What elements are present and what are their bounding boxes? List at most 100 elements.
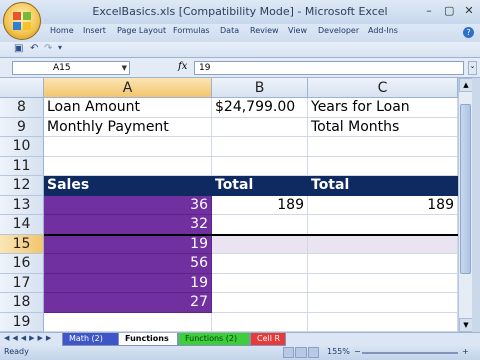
cell-b[interactable] [212, 234, 308, 254]
title-bar: ExcelBasics.xls [Compatibility Mode] - M… [0, 0, 480, 26]
insert-function-icon[interactable]: fx [178, 61, 187, 72]
column-header-a[interactable]: A [44, 78, 212, 98]
row-header[interactable]: 14 [0, 215, 44, 235]
cell-a[interactable]: 27 [44, 293, 212, 313]
help-icon[interactable]: ? [463, 27, 474, 38]
row-header[interactable]: 8 [0, 98, 44, 118]
chevron-down-icon[interactable]: ▼ [122, 62, 127, 74]
row-header[interactable]: 17 [0, 273, 44, 293]
cell-a[interactable] [44, 156, 212, 176]
cell-c[interactable] [308, 273, 458, 293]
select-all-corner[interactable] [0, 78, 44, 98]
cell-c[interactable]: Total Months [308, 117, 458, 137]
cell-a[interactable]: 19 [44, 273, 212, 293]
worksheet-grid: A B C 8 Loan Amount $24,799.00 Years for Lo… [0, 78, 458, 332]
expand-formula-icon[interactable]: ⌄ [468, 61, 477, 75]
sheet-nav-icon[interactable]: ◀◀◀▶▶▶ [4, 334, 54, 342]
row-header[interactable]: 9 [0, 117, 44, 137]
cell-a[interactable] [44, 137, 212, 157]
undo-icon[interactable]: ↶ [30, 43, 38, 54]
cell-c[interactable]: Years for Loan [308, 98, 458, 118]
page-break-view-icon[interactable] [307, 347, 319, 358]
name-box[interactable]: A15 ▼ [12, 61, 130, 75]
sheet-tab[interactable]: Functions (2) [178, 333, 250, 346]
vertical-scrollbar[interactable]: ▲ ▼ [458, 78, 473, 332]
tab-developer[interactable]: Developer [318, 26, 359, 35]
tab-formulas[interactable]: Formulas [173, 26, 210, 35]
close-icon[interactable]: ✕ [464, 4, 474, 17]
office-logo-icon [13, 12, 33, 32]
page-layout-view-icon[interactable] [295, 347, 307, 358]
cell-c[interactable] [308, 312, 458, 332]
tab-insert[interactable]: Insert [83, 26, 106, 35]
row-header[interactable]: 19 [0, 312, 44, 332]
cell-c[interactable]: Total [308, 176, 458, 196]
tab-add-ins[interactable]: Add-Ins [368, 26, 398, 35]
row-header[interactable]: 11 [0, 156, 44, 176]
scroll-up-icon[interactable]: ▲ [459, 78, 473, 92]
cell-a[interactable] [44, 312, 212, 332]
sheet-tab[interactable]: Functions [118, 333, 178, 346]
cell-a[interactable]: 32 [44, 215, 212, 235]
cell-a[interactable]: 19 [44, 234, 212, 254]
minimize-icon[interactable]: – [424, 4, 434, 17]
tab-data[interactable]: Data [220, 26, 239, 35]
cell-b[interactable]: Total [212, 176, 308, 196]
cell-a[interactable]: 36 [44, 195, 212, 215]
tab-page-layout[interactable]: Page Layout [117, 26, 166, 35]
cell-c[interactable] [308, 215, 458, 235]
normal-view-icon[interactable] [283, 347, 295, 358]
formula-input[interactable]: 19 [194, 61, 464, 75]
cell-a[interactable]: Sales [44, 176, 212, 196]
scroll-down-icon[interactable]: ▼ [459, 318, 473, 332]
cell-b[interactable] [212, 156, 308, 176]
cell-b[interactable] [212, 117, 308, 137]
scroll-thumb[interactable] [460, 104, 471, 274]
sheet-tab[interactable]: Math (2) [62, 333, 120, 346]
row-header[interactable]: 13 [0, 195, 44, 215]
tab-view[interactable]: View [288, 26, 307, 35]
redo-icon[interactable]: ↷ [44, 43, 52, 54]
zoom-slider[interactable] [362, 352, 458, 354]
cell-b[interactable] [212, 312, 308, 332]
zoom-level[interactable]: 155% [327, 347, 350, 356]
cell-a[interactable]: Monthly Payment [44, 117, 212, 137]
save-icon[interactable]: ▣ [14, 43, 23, 54]
column-header-b[interactable]: B [212, 78, 308, 98]
quick-access-toolbar: ▣ ↶ ↷ ▾ [0, 42, 480, 58]
cell-b[interactable] [212, 254, 308, 274]
row-header[interactable]: 18 [0, 293, 44, 313]
cell-a[interactable]: 56 [44, 254, 212, 274]
cell-b[interactable]: 189 [212, 195, 308, 215]
cell-b[interactable]: $24,799.00 [212, 98, 308, 118]
cell-b[interactable] [212, 215, 308, 235]
excel-window: ExcelBasics.xls [Compatibility Mode] - M… [0, 0, 480, 360]
customize-icon[interactable]: ▾ [58, 43, 62, 52]
tab-home[interactable]: Home [50, 26, 74, 35]
row-header[interactable]: 16 [0, 254, 44, 274]
zoom-out-icon[interactable]: − [354, 347, 361, 356]
cell-b[interactable] [212, 273, 308, 293]
tab-review[interactable]: Review [250, 26, 279, 35]
cell-b[interactable] [212, 293, 308, 313]
cell-c[interactable]: 189 [308, 195, 458, 215]
cell-c[interactable] [308, 234, 458, 254]
row-header[interactable]: 12 [0, 176, 44, 196]
view-buttons [283, 347, 319, 358]
office-button[interactable] [3, 2, 41, 40]
zoom-in-icon[interactable]: + [462, 347, 469, 356]
cell-b[interactable] [212, 137, 308, 157]
window-title: ExcelBasics.xls [Compatibility Mode] - M… [92, 5, 388, 18]
sheet-tab-bar: ◀◀◀▶▶▶ Math (2) Functions Functions (2) Cel… [0, 332, 480, 346]
cell-c[interactable] [308, 254, 458, 274]
row-header[interactable]: 15 [0, 234, 44, 254]
cell-c[interactable] [308, 156, 458, 176]
maximize-icon[interactable]: ▢ [444, 4, 454, 17]
cell-c[interactable] [308, 293, 458, 313]
cell-c[interactable] [308, 137, 458, 157]
status-bar: Ready 155% − + [0, 346, 480, 360]
cell-a[interactable]: Loan Amount [44, 98, 212, 118]
column-header-c[interactable]: C [308, 78, 458, 98]
sheet-tab[interactable]: Cell R [250, 333, 286, 346]
row-header[interactable]: 10 [0, 137, 44, 157]
